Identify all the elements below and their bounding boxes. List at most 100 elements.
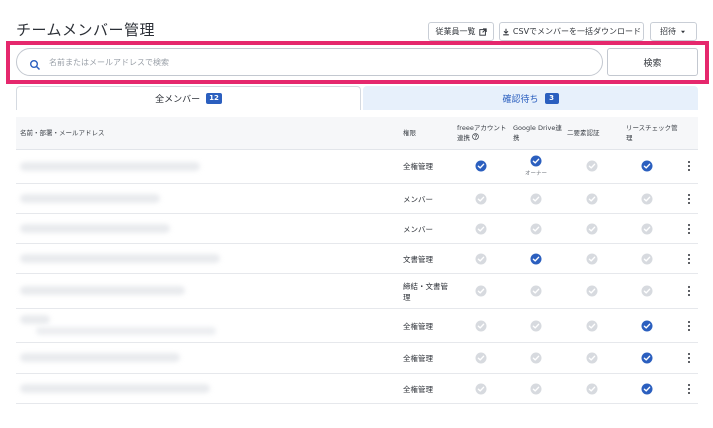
check-circle-icon [641, 253, 653, 265]
role-cell: 締結・文書管理 [403, 282, 448, 302]
tab-all-members-label: 全メンバー [155, 95, 201, 105]
twofa-status [586, 383, 598, 395]
freee-status [475, 383, 487, 395]
freee-status [475, 320, 487, 332]
page-title: チームメンバー管理 [16, 21, 156, 39]
check-circle-icon [641, 320, 653, 332]
check-circle-icon [586, 253, 598, 265]
check-circle-icon [641, 352, 653, 364]
redacted-name [20, 162, 200, 171]
check-circle-icon [586, 352, 598, 364]
table-row[interactable]: 全権管理 [16, 374, 698, 404]
more-vertical-icon[interactable] [683, 382, 695, 396]
check-circle-icon [475, 193, 487, 205]
check-circle-icon [641, 223, 653, 235]
check-circle-icon [586, 320, 598, 332]
csv-download-button[interactable]: CSVでメンバーを一括ダウンロード [499, 22, 644, 41]
check-circle-icon [475, 383, 487, 395]
redacted-detail [36, 327, 216, 335]
redacted-name [20, 194, 160, 203]
column-header-freee: freeeアカウント連携 [457, 123, 509, 143]
table-header: 名前・部署・メールアドレス 権限 freeeアカウント連携 Google Dri… [16, 117, 698, 150]
twofa-status [586, 352, 598, 364]
tab-all-members[interactable]: 全メンバー 12 [16, 86, 361, 110]
role-cell: メンバー [403, 195, 433, 204]
table-row[interactable]: 文書管理 [16, 244, 698, 274]
check-circle-icon [586, 383, 598, 395]
freee-status [475, 223, 487, 235]
more-vertical-icon[interactable] [683, 159, 695, 173]
risk-status [641, 223, 653, 235]
redacted-name [20, 315, 50, 324]
check-circle-icon [475, 320, 487, 332]
search-button[interactable]: 検索 [607, 48, 698, 76]
column-header-role: 権限 [403, 129, 416, 137]
check-circle-icon [641, 160, 653, 172]
freee-status [475, 285, 487, 297]
csv-download-label: CSVでメンバーを一括ダウンロード [512, 27, 642, 36]
invite-button[interactable]: 招待 [650, 22, 697, 41]
check-circle-icon [586, 160, 598, 172]
table-row[interactable]: メンバー [16, 184, 698, 214]
check-circle-icon [530, 155, 542, 167]
freee-status [475, 193, 487, 205]
more-vertical-icon[interactable] [683, 192, 695, 206]
column-header-freee-label: freeeアカウント連携 [457, 124, 507, 142]
risk-status [641, 352, 653, 364]
tab-pending[interactable]: 確認待ち 3 [363, 86, 698, 110]
risk-status [641, 383, 653, 395]
more-vertical-icon[interactable] [683, 222, 695, 236]
help-circle-icon[interactable] [472, 133, 479, 143]
freee-status [475, 253, 487, 265]
more-vertical-icon[interactable] [683, 351, 695, 365]
more-vertical-icon[interactable] [683, 252, 695, 266]
search-input[interactable] [49, 57, 589, 67]
check-circle-icon [641, 193, 653, 205]
risk-status [641, 193, 653, 205]
gdrive-status [530, 285, 542, 297]
role-cell: 全権管理 [403, 354, 433, 363]
check-circle-icon [530, 285, 542, 297]
redacted-name [20, 384, 210, 393]
twofa-status [586, 320, 598, 332]
check-circle-icon [641, 285, 653, 297]
check-circle-icon [475, 285, 487, 297]
column-header-2fa: 二要素認証 [567, 129, 600, 137]
role-cell: 全権管理 [403, 322, 433, 331]
table-row[interactable]: 全権管理 [16, 309, 698, 343]
role-cell: 文書管理 [403, 255, 433, 264]
gdrive-status [530, 223, 542, 235]
count-badge: 12 [206, 93, 222, 104]
table-row[interactable]: 全権管理 [16, 343, 698, 374]
search-field[interactable] [16, 48, 603, 76]
staff-list-button[interactable]: 従業員一覧 [428, 22, 494, 41]
more-vertical-icon[interactable] [683, 284, 695, 298]
check-circle-icon [530, 383, 542, 395]
check-circle-icon [641, 383, 653, 395]
twofa-status [586, 253, 598, 265]
table-row[interactable]: メンバー [16, 214, 698, 244]
table-row[interactable]: 締結・文書管理 [16, 274, 698, 309]
gdrive-status [530, 352, 542, 364]
search-icon [29, 56, 41, 71]
check-circle-icon [586, 223, 598, 235]
more-vertical-icon[interactable] [683, 319, 695, 333]
redacted-name [20, 286, 185, 295]
redacted-name [20, 353, 180, 362]
gdrive-status [530, 253, 542, 265]
staff-list-label: 従業員一覧 [435, 27, 476, 36]
column-header-name: 名前・部署・メールアドレス [20, 129, 105, 137]
risk-status [641, 285, 653, 297]
owner-label: オーナー [525, 171, 548, 177]
table-row[interactable]: 全権管理 オーナー [16, 150, 698, 184]
freee-status [475, 160, 487, 172]
check-circle-icon [530, 320, 542, 332]
risk-status [641, 160, 653, 172]
role-cell: 全権管理 [403, 162, 433, 171]
gdrive-status [530, 155, 542, 167]
download-icon [502, 28, 510, 36]
count-badge: 3 [544, 92, 559, 104]
check-circle-icon [475, 223, 487, 235]
risk-status [641, 253, 653, 265]
role-cell: メンバー [403, 225, 433, 234]
